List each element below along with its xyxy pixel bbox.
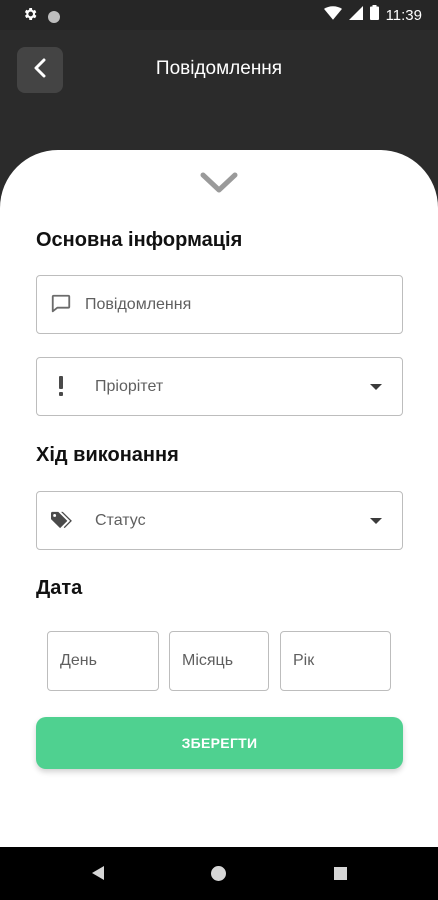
- priority-select-placeholder: Пріорітет: [95, 377, 164, 395]
- section-title-date: Дата: [36, 577, 83, 599]
- day-input[interactable]: День: [47, 631, 159, 691]
- signal-icon: [348, 5, 363, 25]
- year-input[interactable]: Рік: [280, 631, 391, 691]
- notification-dot-icon: [48, 10, 60, 23]
- chevron-down-icon[interactable]: [199, 170, 239, 196]
- dropdown-arrow-icon: [370, 518, 382, 524]
- status-bar: 11:39: [0, 0, 438, 30]
- save-button[interactable]: ЗБЕРЕГТИ: [36, 717, 403, 769]
- month-input[interactable]: Місяць: [169, 631, 269, 691]
- tag-icon: [49, 508, 73, 532]
- message-field-placeholder: Повідомлення: [85, 295, 192, 313]
- priority-select[interactable]: Пріорітет: [36, 357, 403, 416]
- section-title-basic-info: Основна інформація: [36, 229, 243, 251]
- message-field[interactable]: Повідомлення: [36, 275, 403, 334]
- nav-back-icon[interactable]: [92, 866, 104, 880]
- system-nav-bar: [0, 847, 438, 900]
- battery-icon: [369, 5, 379, 25]
- status-time: 11:39: [385, 6, 422, 24]
- page-title: Повідомлення: [155, 58, 283, 79]
- nav-home-icon[interactable]: [211, 866, 226, 881]
- status-select[interactable]: Статус: [36, 491, 403, 550]
- section-title-progress: Хід виконання: [36, 444, 179, 466]
- exclamation-icon: [49, 374, 73, 398]
- status-select-placeholder: Статус: [95, 511, 146, 529]
- app-header: Повідомлення: [0, 30, 438, 170]
- wifi-icon: [323, 5, 342, 25]
- message-icon: [49, 292, 73, 316]
- form-sheet: Основна інформація Повідомлення Пріоріте…: [0, 150, 438, 847]
- nav-recents-icon[interactable]: [334, 867, 347, 880]
- gear-icon: [22, 6, 38, 27]
- dropdown-arrow-icon: [370, 384, 382, 390]
